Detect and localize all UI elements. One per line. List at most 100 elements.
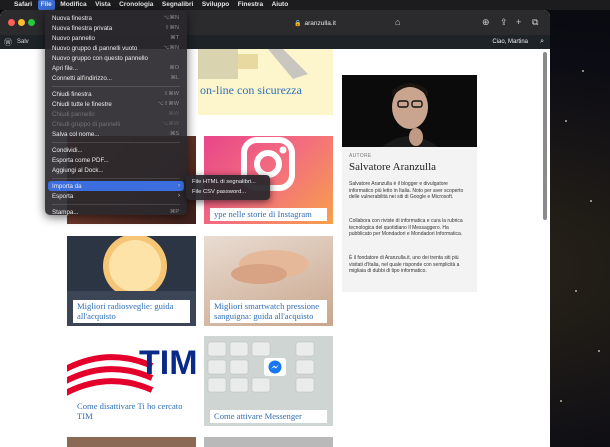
menu-file[interactable]: File [37,0,55,10]
admin-site-link[interactable]: Salv [17,39,29,45]
file-menu-item-shortcut: ⇧⌘W [163,91,179,97]
article-caption[interactable]: ype nelle storie di Instagram [210,207,327,221]
menu-separator [52,177,180,179]
file-menu-item[interactable]: Esporta come PDF... [48,155,184,165]
file-menu-item-label: Condividi... [52,146,83,154]
file-menu-item[interactable]: Nuovo pannello ⌘T [48,33,184,43]
file-menu-item-shortcut: ⌘W [168,111,179,117]
file-menu-item[interactable]: Apri file... ⌘O [48,63,184,73]
author-bio-2: Collabora con riviste di informatica e c… [349,218,463,238]
file-menu-item-label: Esporta come PDF... [52,156,109,164]
file-menu-item[interactable]: Condividi... [48,145,184,155]
file-menu-item-shortcut: ⌥⇧⌘W [157,101,179,107]
file-menu-item[interactable]: Chiudi finestra ⇧⌘W [48,89,184,99]
file-menu-item-label: Salva col nome... [52,130,100,138]
submenu-item-html-bookmarks[interactable]: File HTML di segnalibri... [188,177,268,187]
macos-menubar: Safari File Modifica Vista Cronologia Se… [0,0,610,10]
admin-user-greeting[interactable]: Ciao, Martina [492,39,528,45]
menu-aiuto[interactable]: Aiuto [272,0,289,10]
file-menu-item-label: Chiudi gruppo di pannelli [52,120,121,128]
menu-cronologia[interactable]: Cronologia [119,0,153,10]
file-menu-item-shortcut: ⌘S [169,131,179,137]
article-card-partial[interactable] [204,437,333,447]
file-menu-item[interactable]: Importa da › [48,181,184,191]
file-menu-item[interactable]: Esporta › [48,191,184,201]
file-menu-item-shortcut: ⌘O [169,65,179,71]
author-box: AUTORE Salvatore Aranzulla Salvatore Ara… [342,75,477,292]
file-menu-item-label: Esporta [52,192,74,200]
article-caption[interactable]: Migliori smartwatch pressione sanguigna:… [210,300,327,323]
minimize-window-button[interactable] [18,19,25,26]
file-menu-item-shortcut: ⌘P [169,209,179,215]
file-menu-item-label: Nuovo gruppo di pannelli vuoto [52,44,138,52]
author-name[interactable]: Salvatore Aranzulla [349,161,436,173]
menu-modifica[interactable]: Modifica [60,0,86,10]
menu-separator [52,141,180,143]
tab-overview-icon[interactable]: ⧉ [532,16,538,28]
file-menu-item-label: Nuova finestra privata [52,24,113,32]
file-menu-item-label: Apri file... [52,64,78,72]
file-menu-dropdown: Nuova finestra ⌥⌘N Nuova finestra privata ⇧… [45,10,187,217]
menu-app-safari[interactable]: Safari [14,0,32,10]
file-menu-item-label: Chiudi finestra [52,90,92,98]
file-menu-item-label: Nuova finestra [52,14,92,22]
article-caption[interactable]: Come attivare Messenger [210,409,327,423]
submenu-item-label: File HTML di segnalibri... [192,179,256,185]
file-menu-item[interactable]: Aggiungi al Dock... [48,165,184,175]
file-menu-item[interactable]: Nuova finestra ⌥⌘N [48,13,184,23]
article-card-smartwatch[interactable]: Migliori smartwatch pressione sanguigna:… [204,236,333,326]
hero-caption[interactable]: on-line con sicurezza [200,83,302,98]
zoom-window-button[interactable] [28,19,35,26]
menu-segnalibri[interactable]: Segnalibri [162,0,193,10]
file-menu-item[interactable]: Nuovo gruppo di pannelli vuoto ⌥⌘N [48,43,184,53]
home-icon[interactable]: ⌂ [395,16,400,28]
admin-search-icon[interactable]: ⌕ [540,38,544,46]
hero-article[interactable]: on-line con sicurezza [198,49,333,115]
chevron-right-icon: › [178,183,180,189]
file-menu-item-shortcut: ⌥⌘N [163,15,179,21]
address-bar[interactable]: 🔒 aranzulla.it [215,16,415,30]
file-menu-item-label: Connetti all'indirizzo... [52,74,112,82]
menu-vista[interactable]: Vista [95,0,110,10]
file-menu-item-shortcut: ⌥⌘W [161,121,179,127]
menu-separator [52,85,180,87]
download-icon[interactable]: ⊕ [482,16,490,28]
share-icon[interactable]: ⇪ [500,16,508,28]
article-card-messenger[interactable]: Come attivare Messenger [204,336,333,426]
hero-illustration [198,49,308,79]
author-bio-3: È il fondatore di Aranzulla.it, uno dei … [349,255,460,275]
article-card-partial[interactable] [67,437,196,447]
article-card-radiosveglie[interactable]: Migliori radiosveglie: guida all'acquist… [67,236,196,326]
article-caption[interactable]: Migliori radiosveglie: guida all'acquist… [73,300,190,323]
file-menu-item[interactable]: Connetti all'indirizzo... ⌘L [48,73,184,83]
close-window-button[interactable] [8,19,15,26]
page-scrollbar[interactable] [543,52,547,220]
author-portrait [382,83,438,147]
file-menu-item-shortcut: ⇧⌘N [164,25,179,31]
file-menu-item-label: Chiudi pannello [52,110,95,118]
menu-sviluppo[interactable]: Sviluppo [202,0,229,10]
file-menu-item[interactable]: Nuovo gruppo con questo pannello [48,53,184,63]
file-menu-item: Chiudi pannello ⌘W [48,109,184,119]
author-bio-1: Salvatore Aranzulla è il blogger e divul… [349,181,464,201]
file-menu-item-shortcut: ⌥⌘N [163,45,179,51]
file-menu-item-shortcut: ⌘T [170,35,179,41]
file-menu-item[interactable]: Salva col nome... ⌘S [48,129,184,139]
wordpress-logo-icon[interactable]: Ⓦ [4,37,12,48]
menu-finestra[interactable]: Finestra [238,0,263,10]
new-tab-icon[interactable]: + [516,16,521,28]
file-menu-item-label: Stampa... [52,208,79,216]
file-menu-item[interactable]: Nuova finestra privata ⇧⌘N [48,23,184,33]
author-photo [342,75,477,147]
submenu-item-csv-passwords[interactable]: File CSV password... [188,187,268,197]
import-submenu: File HTML di segnalibri... File CSV pass… [186,175,270,200]
file-menu-item[interactable]: Chiudi tutte le finestre ⌥⇧⌘W [48,99,184,109]
article-card-tim[interactable]: TIM Come disattivare Ti ho cercato TIM [67,336,196,426]
tim-logo-text: TIM [139,344,196,382]
file-menu-item-label: Nuovo gruppo con questo pannello [52,54,148,62]
address-url: aranzulla.it [304,19,336,27]
article-caption[interactable]: Come disattivare Ti ho cercato TIM [73,400,190,423]
file-menu-item[interactable]: Stampa... ⌘P [48,207,184,217]
menu-separator [52,203,180,205]
file-menu-item-label: Chiudi tutte le finestre [52,100,112,108]
